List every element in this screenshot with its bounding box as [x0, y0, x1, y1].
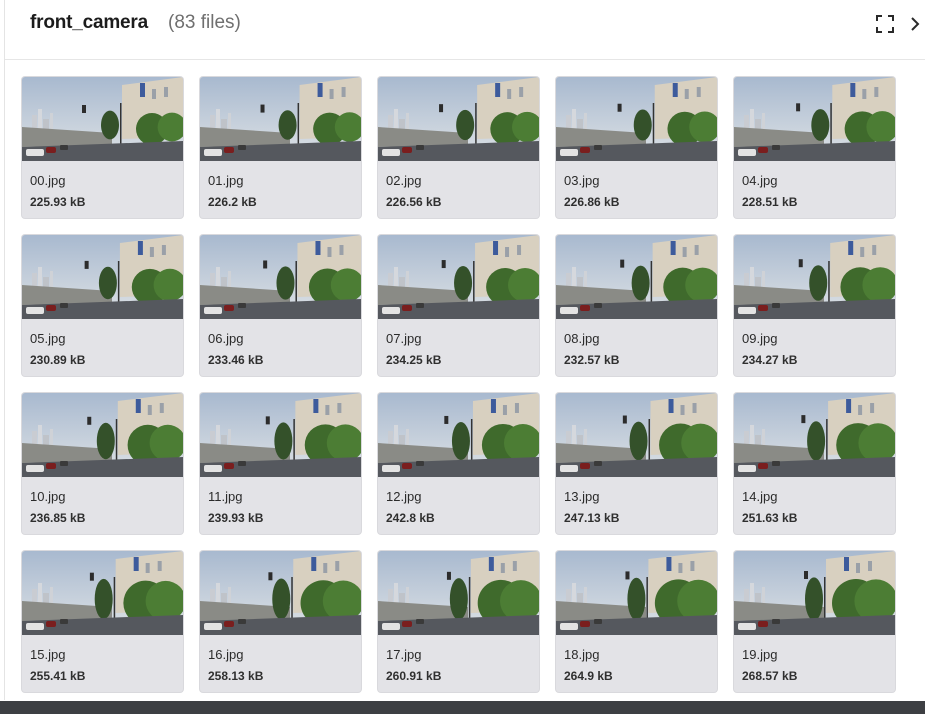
file-count: (83 files) — [168, 12, 241, 33]
chevron-right-icon[interactable] — [908, 13, 922, 35]
file-size: 232.57 kB — [564, 353, 620, 367]
thumbnail-image — [200, 393, 361, 477]
file-tile[interactable]: 09.jpg 234.27 kB — [734, 235, 895, 376]
file-size: 234.27 kB — [742, 353, 798, 367]
thumbnail-image — [556, 77, 717, 161]
file-size: 236.85 kB — [30, 511, 86, 525]
thumbnail-image — [200, 551, 361, 635]
file-name: 15.jpg — [30, 647, 66, 662]
thumbnail-image — [556, 235, 717, 319]
file-tile[interactable]: 10.jpg 236.85 kB — [22, 393, 183, 534]
file-name: 07.jpg — [386, 331, 422, 346]
thumbnail-grid: 00.jpg 225.93 kB 01.jpg 226.2 kB 02.jpg 226.5… — [22, 77, 902, 697]
file-name: 04.jpg — [742, 173, 778, 188]
file-name: 09.jpg — [742, 331, 778, 346]
file-tile[interactable]: 04.jpg 228.51 kB — [734, 77, 895, 218]
file-name: 14.jpg — [742, 489, 778, 504]
file-name: 17.jpg — [386, 647, 422, 662]
file-tile[interactable]: 13.jpg 247.13 kB — [556, 393, 717, 534]
file-name: 06.jpg — [208, 331, 244, 346]
thumbnail-image — [734, 551, 895, 635]
expand-icon[interactable] — [875, 14, 895, 34]
thumbnail-image — [556, 551, 717, 635]
file-size: 258.13 kB — [208, 669, 264, 683]
file-size: 260.91 kB — [386, 669, 442, 683]
thumbnail-image — [378, 235, 539, 319]
thumbnail-image — [734, 77, 895, 161]
file-size: 251.63 kB — [742, 511, 798, 525]
thumbnail-image — [378, 393, 539, 477]
file-tile[interactable]: 00.jpg 225.93 kB — [22, 77, 183, 218]
file-size: 247.13 kB — [564, 511, 620, 525]
file-name: 08.jpg — [564, 331, 600, 346]
file-name: 16.jpg — [208, 647, 244, 662]
file-name: 00.jpg — [30, 173, 66, 188]
file-size: 226.56 kB — [386, 195, 442, 209]
file-size: 255.41 kB — [30, 669, 86, 683]
file-size: 233.46 kB — [208, 353, 264, 367]
bottom-bar — [0, 701, 925, 714]
file-size: 234.25 kB — [386, 353, 442, 367]
thumbnail-image — [22, 77, 183, 161]
file-size: 268.57 kB — [742, 669, 798, 683]
file-name: 10.jpg — [30, 489, 66, 504]
thumbnail-image — [200, 77, 361, 161]
file-tile[interactable]: 07.jpg 234.25 kB — [378, 235, 539, 376]
thumbnail-image — [734, 235, 895, 319]
file-tile[interactable]: 17.jpg 260.91 kB — [378, 551, 539, 692]
file-size: 225.93 kB — [30, 195, 86, 209]
file-tile[interactable]: 11.jpg 239.93 kB — [200, 393, 361, 534]
thumbnail-image — [200, 235, 361, 319]
file-name: 02.jpg — [386, 173, 422, 188]
file-tile[interactable]: 16.jpg 258.13 kB — [200, 551, 361, 692]
file-tile[interactable]: 12.jpg 242.8 kB — [378, 393, 539, 534]
file-name: 11.jpg — [208, 489, 243, 504]
file-tile[interactable]: 08.jpg 232.57 kB — [556, 235, 717, 376]
file-name: 01.jpg — [208, 173, 244, 188]
folder-title: front_camera — [30, 12, 148, 33]
file-tile[interactable]: 19.jpg 268.57 kB — [734, 551, 895, 692]
file-browser-panel: front_camera (83 files) 00.jpg 225.93 kB 0… — [4, 0, 925, 700]
file-tile[interactable]: 03.jpg 226.86 kB — [556, 77, 717, 218]
file-size: 230.89 kB — [30, 353, 86, 367]
file-tile[interactable]: 06.jpg 233.46 kB — [200, 235, 361, 376]
file-tile[interactable]: 02.jpg 226.56 kB — [378, 77, 539, 218]
thumbnail-image — [556, 393, 717, 477]
file-size: 239.93 kB — [208, 511, 264, 525]
file-name: 19.jpg — [742, 647, 778, 662]
file-name: 18.jpg — [564, 647, 600, 662]
thumbnail-image — [22, 551, 183, 635]
file-size: 226.86 kB — [564, 195, 620, 209]
thumbnail-image — [22, 393, 183, 477]
folder-header: front_camera (83 files) — [5, 0, 925, 60]
file-name: 03.jpg — [564, 173, 600, 188]
thumbnail-image — [378, 551, 539, 635]
file-size: 226.2 kB — [208, 195, 257, 209]
file-size: 264.9 kB — [564, 669, 613, 683]
file-size: 242.8 kB — [386, 511, 435, 525]
file-tile[interactable]: 01.jpg 226.2 kB — [200, 77, 361, 218]
thumbnail-image — [22, 235, 183, 319]
file-name: 12.jpg — [386, 489, 422, 504]
thumbnail-image — [734, 393, 895, 477]
file-size: 228.51 kB — [742, 195, 798, 209]
file-name: 13.jpg — [564, 489, 600, 504]
thumbnail-image — [378, 77, 539, 161]
file-tile[interactable]: 18.jpg 264.9 kB — [556, 551, 717, 692]
file-tile[interactable]: 05.jpg 230.89 kB — [22, 235, 183, 376]
file-tile[interactable]: 14.jpg 251.63 kB — [734, 393, 895, 534]
file-name: 05.jpg — [30, 331, 66, 346]
file-tile[interactable]: 15.jpg 255.41 kB — [22, 551, 183, 692]
